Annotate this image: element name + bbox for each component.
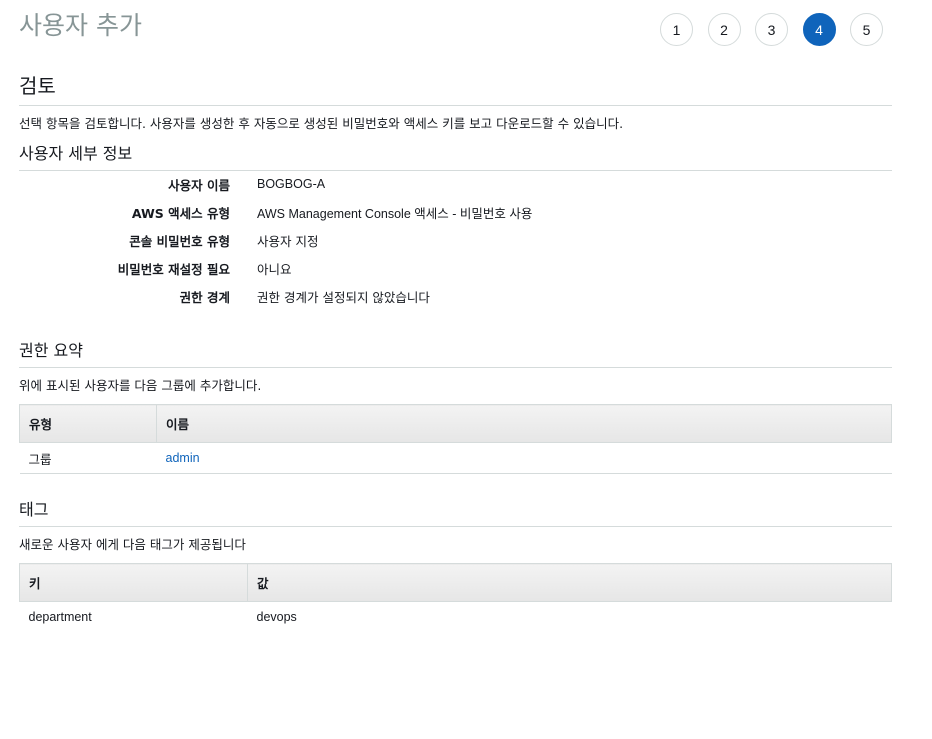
detail-row-username: 사용자 이름 BOGBOG-A: [19, 170, 892, 198]
table-header-row: 유형 이름: [19, 404, 892, 443]
detail-row-permission-boundary: 권한 경계 권한 경계가 설정되지 않았습니다: [19, 282, 892, 310]
cell-name: admin: [156, 442, 892, 474]
permissions-description: 위에 표시된 사용자를 다음 그룹에 추가합니다.: [19, 378, 262, 393]
permissions-heading: 권한 요약: [19, 337, 892, 368]
step-3-button[interactable]: 3: [755, 13, 788, 46]
detail-value: 아니요: [257, 261, 292, 277]
permissions-section: 권한 요약 위에 표시된 사용자를 다음 그룹에 추가합니다. 유형 이름 그룹…: [19, 337, 892, 474]
detail-row-access-type: AWS 액세스 유형 AWS Management Console 액세스 - …: [19, 198, 892, 226]
tags-table: 키 값 department devops: [19, 563, 892, 633]
step-5-button[interactable]: 5: [850, 13, 883, 46]
tags-heading: 태그: [19, 496, 892, 527]
step-2-button[interactable]: 2: [707, 13, 741, 46]
permissions-table: 유형 이름 그룹 admin: [19, 404, 892, 474]
wizard-steps: 1 2 3 4 5: [660, 13, 898, 46]
detail-row-password-reset: 비밀번호 재설정 필요 아니요: [19, 254, 892, 282]
review-heading: 검토: [19, 70, 892, 106]
review-description: 선택 항목을 검토합니다. 사용자를 생성한 후 자동으로 생성된 비밀번호와 …: [19, 116, 624, 131]
detail-value: 사용자 지정: [257, 233, 319, 249]
page-title: 사용자 추가: [19, 11, 142, 40]
cell-value: devops: [256, 610, 297, 625]
user-details-section: 사용자 세부 정보 사용자 이름 BOGBOG-A AWS 액세스 유형 AWS…: [19, 140, 892, 305]
table-header-row: 키 값: [19, 563, 892, 602]
detail-key: 비밀번호 재설정 필요: [117, 261, 230, 277]
detail-row-password-type: 콘솔 비밀번호 유형 사용자 지정: [19, 226, 892, 254]
column-header-name[interactable]: 이름: [156, 404, 892, 443]
table-row: department devops: [20, 602, 892, 633]
column-header-type[interactable]: 유형: [19, 404, 157, 443]
group-link-admin[interactable]: admin: [166, 451, 200, 465]
tags-section: 태그 새로운 사용자 에게 다음 태그가 제공됩니다 키 값 departmen…: [19, 496, 892, 633]
step-1-button[interactable]: 1: [660, 13, 693, 46]
detail-key: 콘솔 비밀번호 유형: [129, 233, 230, 249]
cell-type: 그룹: [19, 442, 157, 474]
detail-value: AWS Management Console 액세스 - 비밀번호 사용: [257, 206, 533, 221]
detail-key: 사용자 이름: [168, 177, 230, 193]
detail-value: 권한 경계가 설정되지 않았습니다: [257, 289, 430, 305]
table-row: 그룹 admin: [19, 442, 892, 474]
tags-description: 새로운 사용자 에게 다음 태그가 제공됩니다: [19, 537, 246, 552]
detail-value: BOGBOG-A: [257, 177, 326, 191]
column-header-key[interactable]: 키: [19, 563, 248, 602]
detail-key: AWS 액세스 유형: [131, 205, 230, 221]
cell-key: department: [28, 610, 92, 625]
user-details-heading: 사용자 세부 정보: [19, 140, 892, 171]
column-header-value[interactable]: 값: [247, 563, 892, 602]
review-section: 검토 선택 항목을 검토합니다. 사용자를 생성한 후 자동으로 생성된 비밀번…: [19, 70, 892, 132]
user-details-list: 사용자 이름 BOGBOG-A AWS 액세스 유형 AWS Managemen…: [19, 170, 892, 310]
step-4-button-current[interactable]: 4: [802, 13, 836, 46]
detail-key: 권한 경계: [179, 289, 230, 305]
